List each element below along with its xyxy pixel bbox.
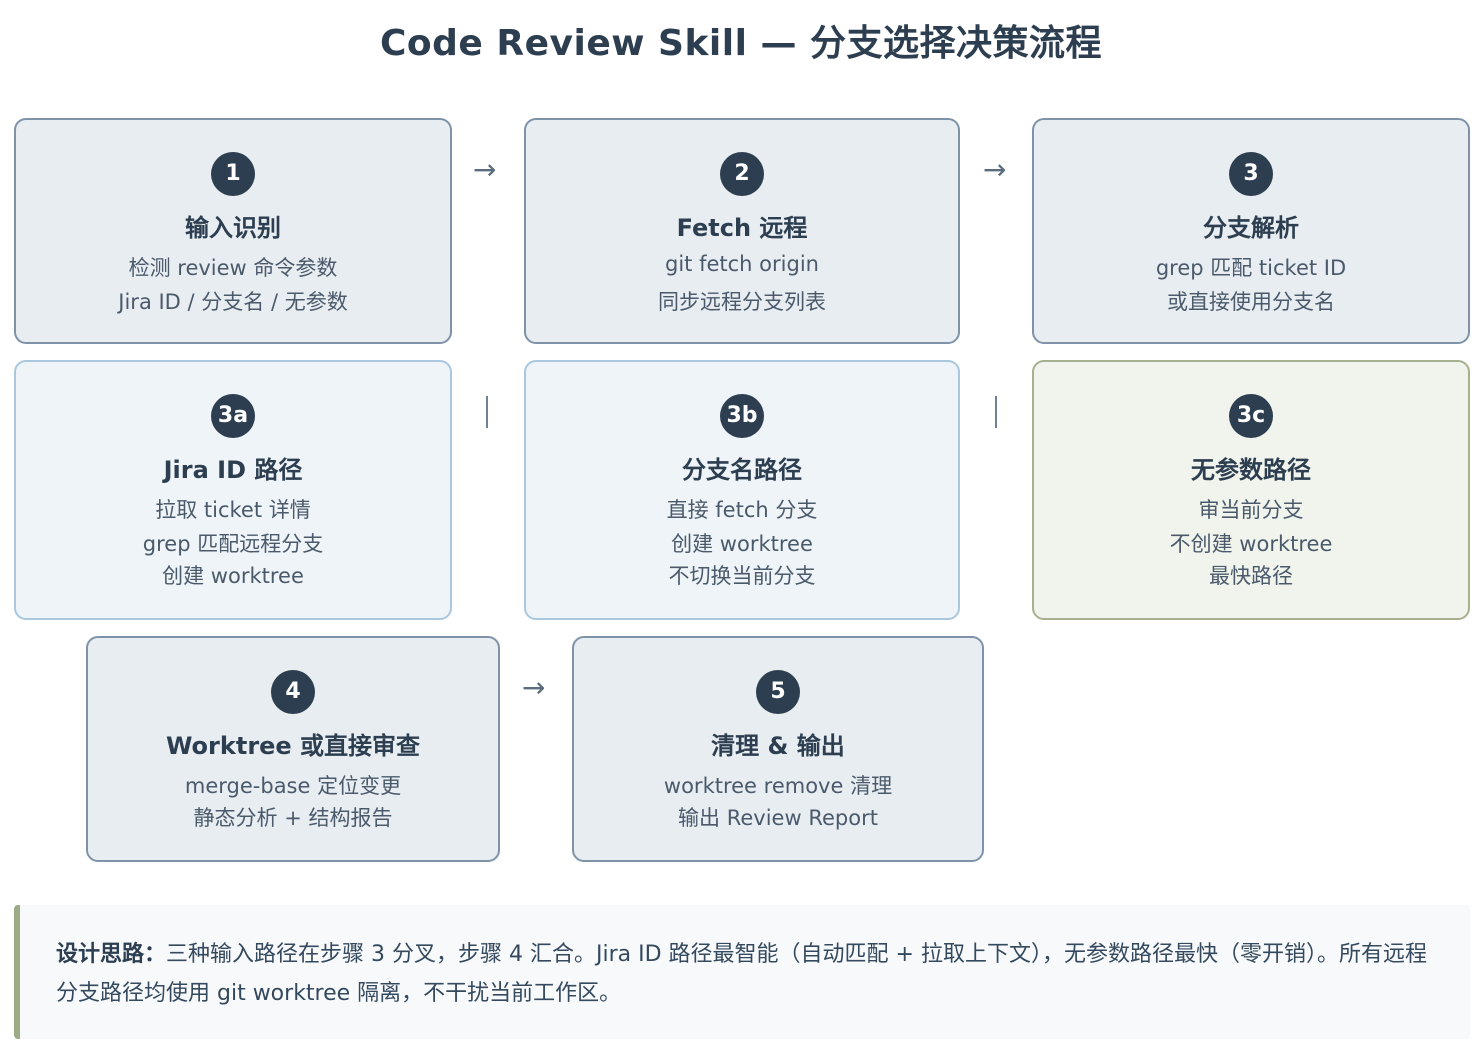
arrow-right-icon: → [473,153,497,186]
note-label: 设计思路： [56,942,167,967]
step-detail: 不切换当前分支 [668,564,816,588]
step-title: 分支解析 [1203,214,1299,242]
step-card-3: 3 分支解析 grep 匹配 ticket ID 或直接使用分支名 [1032,118,1470,344]
step-detail: 检测 review 命令参数 [128,256,338,280]
arrow-right-icon: → [983,153,1007,186]
step-detail: worktree remove 清理 [663,774,893,798]
step-badge: 3 [1229,152,1273,196]
step-detail: 审当前分支 [1198,498,1304,522]
step-detail: 拉取 ticket 详情 [155,498,311,522]
step-badge: 3c [1229,394,1273,438]
step-title: 分支名路径 [682,456,802,484]
separator-divider [995,396,997,428]
step-badge: 2 [720,152,764,196]
step-detail: 输出 Review Report [678,806,878,830]
step-detail: grep 匹配 ticket ID [1155,256,1347,280]
arrow-right-icon: → [522,671,546,704]
step-title: Fetch 远程 [676,214,808,242]
step-card-3b: 3b 分支名路径 直接 fetch 分支 创建 worktree 不切换当前分支 [524,360,960,620]
step-card-5: 5 清理 & 输出 worktree remove 清理 输出 Review R… [572,636,984,862]
step-card-4: 4 Worktree 或直接审查 merge-base 定位变更 静态分析 + … [86,636,500,862]
step-detail: 创建 worktree [162,564,304,588]
step-card-3a: 3a Jira ID 路径 拉取 ticket 详情 grep 匹配远程分支 创… [14,360,452,620]
step-detail: 或直接使用分支名 [1167,290,1335,314]
step-detail: Jira ID / 分支名 / 无参数 [118,290,348,314]
step-badge: 1 [211,152,255,196]
step-detail: 静态分析 + 结构报告 [193,806,393,830]
step-badge: 3a [211,394,255,438]
step-title: 输入识别 [185,214,281,242]
step-detail: 最快路径 [1209,564,1293,588]
step-detail: grep 匹配远程分支 [142,532,324,556]
step-badge: 3b [720,394,764,438]
step-detail: 不创建 worktree [1169,532,1333,556]
step-badge: 5 [756,670,800,714]
step-title: 清理 & 输出 [711,732,845,760]
step-detail: 同步远程分支列表 [658,290,826,314]
step-title: Worktree 或直接审查 [165,732,421,760]
step-detail: merge-base 定位变更 [184,774,402,798]
step-detail: git fetch origin [665,252,819,276]
note-text: 三种输入路径在步骤 3 分叉，步骤 4 汇合。Jira ID 路径最智能（自动匹… [56,942,1427,1006]
step-title: Jira ID 路径 [163,456,303,484]
step-detail: 创建 worktree [671,532,813,556]
step-card-2: 2 Fetch 远程 git fetch origin 同步远程分支列表 [524,118,960,344]
step-title: 无参数路径 [1191,456,1311,484]
step-card-3c: 3c 无参数路径 审当前分支 不创建 worktree 最快路径 [1032,360,1470,620]
page-title: Code Review Skill — 分支选择决策流程 [380,23,1102,64]
step-detail: 直接 fetch 分支 [666,498,818,522]
step-card-1: 1 输入识别 检测 review 命令参数 Jira ID / 分支名 / 无参… [14,118,452,344]
step-badge: 4 [271,670,315,714]
separator-divider [486,396,488,428]
design-note: 设计思路：三种输入路径在步骤 3 分叉，步骤 4 汇合。Jira ID 路径最智… [14,905,1470,1039]
